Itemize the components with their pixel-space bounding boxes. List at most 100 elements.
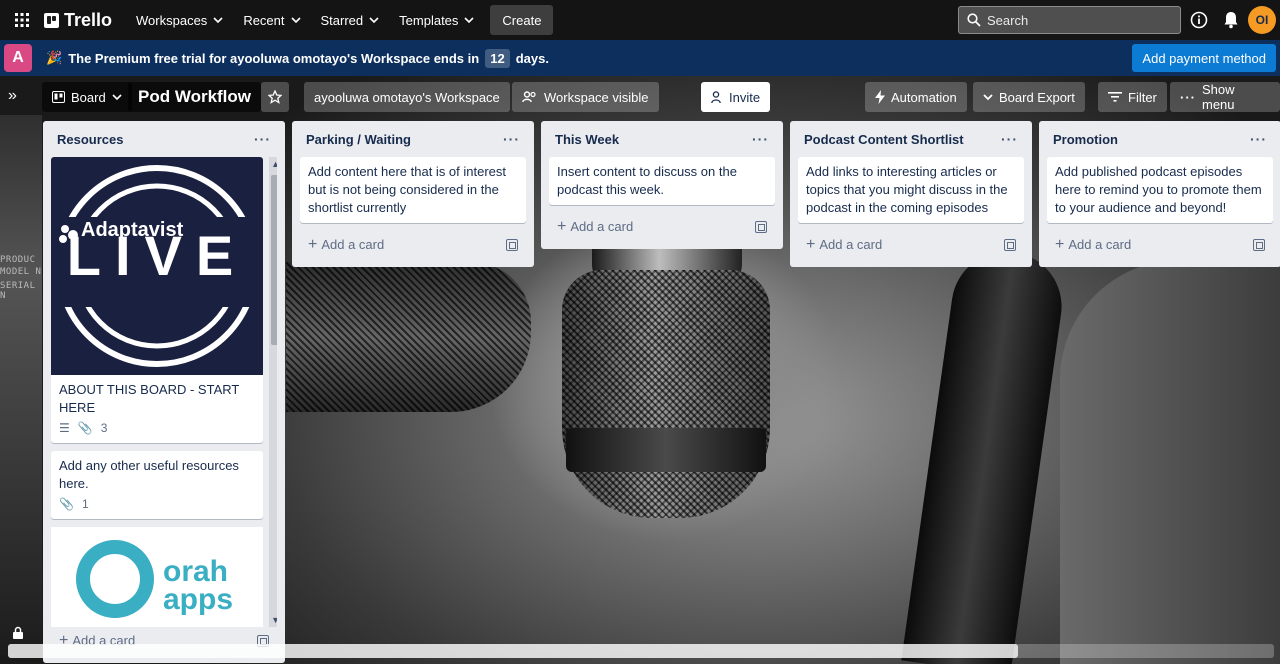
description-icon: ☰	[59, 421, 70, 435]
list-title[interactable]: Parking / Waiting	[306, 132, 411, 147]
card-about-board[interactable]: Adaptavist LIVE ABOUT THIS BOARD - START…	[51, 157, 263, 443]
search-input[interactable]	[987, 12, 1167, 28]
card-template-icon[interactable]	[755, 221, 767, 233]
search-box[interactable]	[958, 6, 1181, 34]
trial-message: 🎉 The Premium free trial for ayooluwa om…	[46, 48, 549, 68]
chevron-down-icon	[290, 17, 301, 24]
cover-apps-text: apps	[163, 583, 234, 616]
add-card-button[interactable]: + Add a card	[806, 236, 882, 254]
list-title[interactable]: This Week	[555, 132, 619, 147]
card-template-icon[interactable]	[1253, 239, 1265, 251]
app-switcher-icon[interactable]	[10, 8, 34, 32]
visibility-button[interactable]: Workspace visible	[512, 82, 659, 112]
add-card-label: Add a card	[321, 237, 385, 252]
card-title: ABOUT THIS BOARD - START HERE	[59, 382, 240, 415]
board-export-button[interactable]: Board Export	[973, 82, 1085, 112]
attachment-count: 1	[81, 497, 89, 511]
add-card-button[interactable]: + Add a card	[308, 236, 384, 254]
info-icon[interactable]	[1187, 8, 1211, 32]
scroll-up-icon[interactable]: ▲	[271, 159, 277, 169]
board-icon	[52, 91, 65, 103]
list-title[interactable]: Resources	[57, 132, 123, 147]
plus-icon: +	[1055, 236, 1065, 253]
chevron-down-icon	[112, 94, 122, 101]
add-card-button[interactable]: + Add a card	[557, 218, 633, 236]
trello-logo[interactable]: Trello	[44, 10, 112, 31]
add-payment-method-button[interactable]: Add payment method	[1132, 44, 1276, 72]
templates-menu-label: Templates	[399, 12, 459, 28]
list-actions-icon[interactable]: ···	[503, 131, 520, 147]
card-cover-orah-apps: orah apps	[51, 527, 263, 627]
card-badges: 📎 1	[59, 495, 255, 513]
card-parking[interactable]: Add content here that is of interest but…	[300, 157, 526, 223]
card-this-week[interactable]: Insert content to discuss on the podcast…	[549, 157, 775, 205]
card-orah-apps[interactable]: orah apps	[51, 527, 263, 627]
notifications-bell-icon[interactable]	[1219, 8, 1243, 32]
background-mic-left	[286, 262, 531, 412]
star-board-button[interactable]	[261, 82, 289, 112]
add-card-row: + Add a card	[1047, 231, 1273, 259]
list-title[interactable]: Podcast Content Shortlist	[804, 132, 964, 147]
create-button[interactable]: Create	[490, 5, 554, 35]
card-badges: ☰ 📎 3	[59, 419, 255, 437]
board-export-label: Board Export	[999, 89, 1075, 105]
list-scrollbar-thumb[interactable]	[271, 175, 277, 345]
scroll-down-icon[interactable]: ▼	[271, 615, 277, 625]
trial-banner: A 🎉 The Premium free trial for ayooluwa …	[0, 40, 1280, 76]
filter-button[interactable]: Filter	[1098, 82, 1167, 112]
expand-sidebar-icon[interactable]: »	[8, 87, 17, 105]
list-actions-icon[interactable]: ···	[1001, 131, 1018, 147]
background-text: SERIAL N	[0, 281, 36, 301]
list-title[interactable]: Promotion	[1053, 132, 1118, 147]
workspaces-menu[interactable]: Workspaces	[126, 4, 233, 36]
board-horizontal-scrollbar[interactable]	[8, 644, 1274, 658]
list-header[interactable]: Podcast Content Shortlist ···	[798, 121, 1024, 157]
trello-logo-icon	[44, 12, 59, 28]
show-menu-button[interactable]: ··· Show menu	[1170, 82, 1280, 112]
list-resources: Resources ··· Adaptavist LIVE ABOUT THIS…	[43, 121, 285, 663]
background-mic-head	[562, 270, 770, 518]
recent-menu[interactable]: Recent	[233, 4, 310, 36]
attachment-icon: 📎	[59, 497, 74, 511]
list-header[interactable]: Promotion ···	[1047, 121, 1273, 157]
search-icon	[967, 13, 981, 27]
workspace-badge[interactable]: A	[4, 44, 32, 72]
lock-icon	[13, 626, 23, 639]
card-other-resources[interactable]: Add any other useful resources here. 📎 1	[51, 451, 263, 519]
star-icon	[268, 90, 282, 104]
board-view-switcher[interactable]: Board	[42, 82, 132, 112]
board-scrollbar-thumb[interactable]	[8, 644, 1018, 658]
list-header[interactable]: Resources ···	[51, 121, 277, 157]
attachment-icon: 📎	[77, 421, 93, 435]
starred-menu-label: Starred	[320, 12, 364, 28]
add-card-row: + Add a card	[549, 213, 775, 241]
top-navigation: Trello Workspaces Recent Starred Templat…	[0, 0, 1280, 40]
list-this-week: This Week ··· Insert content to discuss …	[541, 121, 783, 249]
invite-button[interactable]: Invite	[701, 82, 771, 112]
list-cards-area: Adaptavist LIVE ABOUT THIS BOARD - START…	[51, 157, 277, 627]
background-arm-far	[1060, 260, 1280, 664]
list-actions-icon[interactable]: ···	[1250, 131, 1267, 147]
plus-icon: +	[806, 236, 816, 253]
invite-label: Invite	[729, 89, 761, 105]
list-header[interactable]: Parking / Waiting ···	[300, 121, 526, 157]
list-actions-icon[interactable]: ···	[254, 131, 271, 147]
background-text: MODEL N	[0, 267, 42, 277]
card-shortlist[interactable]: Add links to interesting articles or top…	[798, 157, 1024, 223]
workspaces-menu-label: Workspaces	[136, 12, 208, 28]
card-template-icon[interactable]	[1004, 239, 1016, 251]
list-actions-icon[interactable]: ···	[752, 131, 769, 147]
workspace-button[interactable]: ayooluwa omotayo's Workspace	[304, 82, 510, 112]
list-header[interactable]: This Week ···	[549, 121, 775, 157]
user-avatar[interactable]: OI	[1248, 6, 1276, 34]
chevron-down-icon	[369, 17, 379, 24]
card-promotion[interactable]: Add published podcast episodes here to r…	[1047, 157, 1273, 223]
board-title-button[interactable]: Pod Workflow	[128, 82, 262, 112]
card-template-icon[interactable]	[506, 239, 518, 251]
starred-menu[interactable]: Starred	[311, 4, 390, 36]
trial-message-prefix: The Premium free trial for ayooluwa omot…	[68, 50, 480, 66]
templates-menu[interactable]: Templates	[389, 4, 484, 36]
add-card-button[interactable]: + Add a card	[1055, 236, 1131, 254]
automation-button[interactable]: Automation	[865, 82, 967, 112]
more-horizontal-icon: ···	[1180, 89, 1196, 105]
